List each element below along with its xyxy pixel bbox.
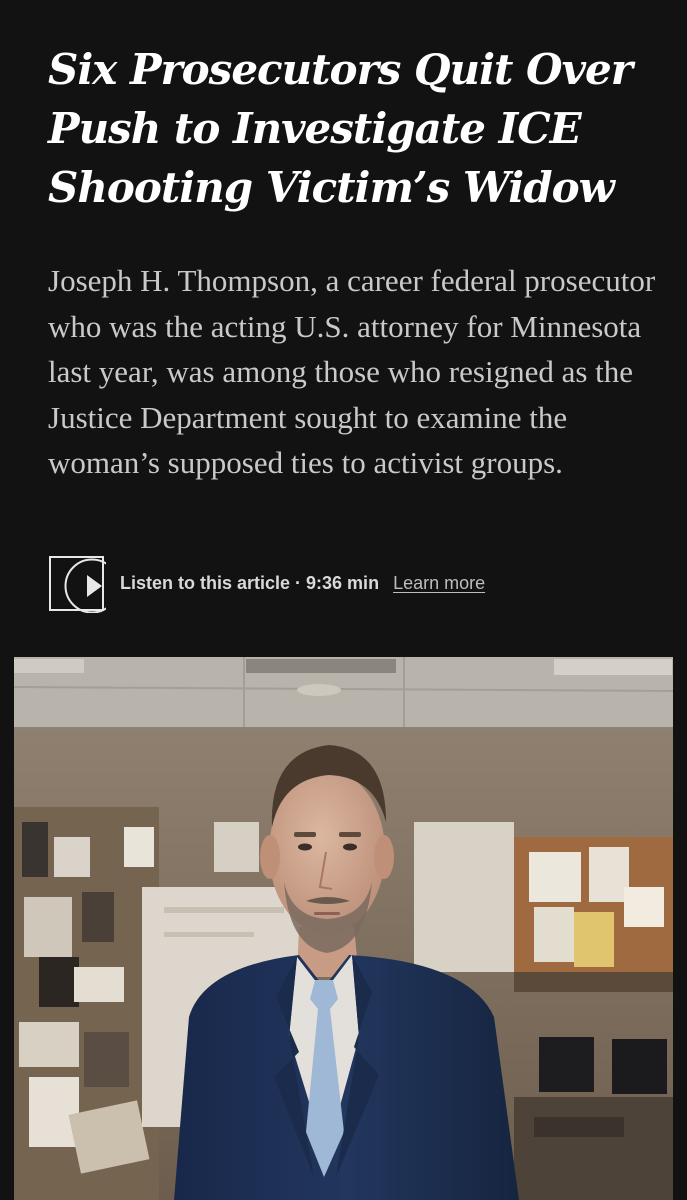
audio-player-bar: Listen to this article · 9:36 min Learn … [49,555,485,613]
article-summary: Joseph H. Thompson, a career federal pro… [48,263,656,480]
listen-label: Listen to this article · 9:36 min [120,573,380,593]
learn-more-link[interactable]: Learn more [393,573,485,594]
article-page: Six Prosecutors Quit Over Push to Invest… [0,0,687,1200]
photo-illustration [14,657,673,1200]
article-photo [14,657,673,1200]
article-headline: Six Prosecutors Quit Over Push to Invest… [48,45,633,212]
play-icon [64,558,106,613]
play-audio-button[interactable] [49,556,106,613]
